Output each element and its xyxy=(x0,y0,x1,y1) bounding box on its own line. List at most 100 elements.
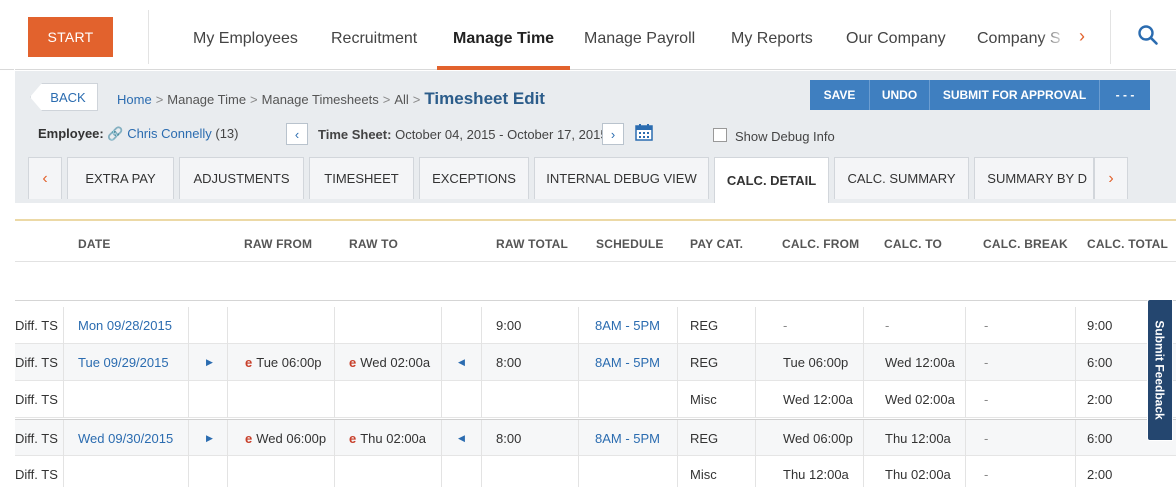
row-raw-total: 9:00 xyxy=(496,318,522,333)
breadcrumb-manage-time[interactable]: Manage Time xyxy=(167,92,246,107)
tab-timesheet[interactable]: TIMESHEET xyxy=(309,157,414,199)
raw-edit-marker: e xyxy=(349,431,357,446)
col-calc-total[interactable]: CALC. TOTAL xyxy=(1087,237,1168,251)
next-period-button[interactable]: › xyxy=(602,123,624,145)
row-raw-from-value: Tue 06:00p xyxy=(256,355,322,370)
row-raw-to-value: Wed 02:00a xyxy=(360,355,431,370)
submit-feedback-label: Submit Feedback xyxy=(1153,320,1168,420)
breadcrumb-all[interactable]: All xyxy=(394,92,408,107)
row-type: Diff. TS xyxy=(15,318,58,333)
search-icon[interactable] xyxy=(1137,24,1159,46)
row-raw-from-value: Wed 06:00p xyxy=(256,431,327,446)
breadcrumb-sep: > xyxy=(250,92,258,107)
nav-manage-payroll[interactable]: Manage Payroll xyxy=(584,30,695,48)
nav-scroll-right-icon[interactable]: › xyxy=(1079,26,1085,47)
nav-my-employees[interactable]: My Employees xyxy=(193,30,298,48)
col-schedule[interactable]: SCHEDULE xyxy=(596,237,664,251)
table-row[interactable]: Diff. TS Misc Thu 12:00a Thu 02:00a - 2:… xyxy=(15,456,1176,487)
breadcrumb-manage-timesheets[interactable]: Manage Timesheets xyxy=(262,92,379,107)
row-pay-cat: Misc xyxy=(690,467,717,482)
tab-extra-pay[interactable]: EXTRA PAY xyxy=(67,157,174,199)
calendar-icon[interactable] xyxy=(635,123,653,141)
breadcrumb-home[interactable]: Home xyxy=(117,92,152,107)
tab-exceptions[interactable]: EXCEPTIONS xyxy=(419,157,529,199)
row-pay-cat: Misc xyxy=(690,392,717,407)
table-row[interactable]: Diff. TS Mon 09/28/2015 9:00 8AM - 5PM R… xyxy=(15,307,1176,344)
tab-bar: ‹ EXTRA PAY ADJUSTMENTS TIMESHEET EXCEPT… xyxy=(28,157,1133,203)
row-schedule-link[interactable]: 8AM - 5PM xyxy=(595,420,660,457)
show-debug-checkbox[interactable] xyxy=(713,128,727,142)
save-button[interactable]: SAVE xyxy=(810,80,870,110)
col-raw-to[interactable]: RAW TO xyxy=(349,237,398,251)
submit-feedback-button[interactable]: Submit Feedback xyxy=(1147,299,1173,441)
col-calc-break[interactable]: CALC. BREAK xyxy=(983,237,1068,251)
row-calc-break: - xyxy=(984,318,989,333)
row-date-link[interactable]: Wed 09/30/2015 xyxy=(78,420,173,457)
prev-period-button[interactable]: ‹ xyxy=(286,123,308,145)
timesheet-range: October 04, 2015 - October 17, 2015 xyxy=(395,127,608,142)
nav-divider xyxy=(148,10,149,64)
row-schedule-link[interactable]: 8AM - 5PM xyxy=(595,307,660,344)
row-raw-from: e Wed 06:00p xyxy=(245,420,326,457)
row-pay-cat: REG xyxy=(690,318,719,333)
col-raw-from[interactable]: RAW FROM xyxy=(244,237,312,251)
employee-name-link[interactable]: Chris Connelly xyxy=(127,126,212,141)
nav-manage-time[interactable]: Manage Time xyxy=(453,30,554,48)
action-bar: SAVE UNDO SUBMIT FOR APPROVAL - - - xyxy=(810,80,1150,110)
raw-edit-marker: e xyxy=(349,355,357,370)
table-row[interactable]: Diff. TS Tue 09/29/2015 ▶ e Tue 06:00p eW… xyxy=(15,344,1176,381)
nav-active-underline xyxy=(437,66,570,70)
col-date[interactable]: DATE xyxy=(78,237,111,251)
expand-left-icon[interactable]: ◀ xyxy=(458,344,465,381)
tab-internal-debug-view[interactable]: INTERNAL DEBUG VIEW xyxy=(534,157,709,199)
table-row[interactable]: Diff. TS Wed 09/30/2015 ▶ e Wed 06:00p eT… xyxy=(15,419,1176,457)
back-button[interactable]: BACK xyxy=(30,83,98,111)
row-calc-break: - xyxy=(984,467,989,482)
employee-label: Employee: xyxy=(38,126,104,141)
row-calc-total: 2:00 xyxy=(1087,392,1113,407)
table-row[interactable]: Diff. TS Misc Wed 12:00a Wed 02:00a - 2:… xyxy=(15,381,1176,418)
employee-line: Employee: 🔗 Chris Connelly (13) xyxy=(38,126,238,142)
expand-right-icon[interactable]: ▶ xyxy=(206,344,213,381)
expand-left-icon[interactable]: ◀ xyxy=(458,420,465,457)
row-pay-cat: REG xyxy=(690,355,719,370)
row-calc-break: - xyxy=(984,431,989,446)
col-pay-cat[interactable]: PAY CAT. xyxy=(690,237,743,251)
row-calc-from: Wed 12:00a xyxy=(783,392,853,407)
start-button[interactable]: START xyxy=(28,17,113,57)
breadcrumb-sep: > xyxy=(412,92,421,107)
tabs-scroll-right-icon[interactable]: › xyxy=(1094,157,1128,199)
row-calc-from: - xyxy=(783,318,788,333)
row-raw-to-value: Thu 02:00a xyxy=(360,431,427,446)
raw-edit-marker: e xyxy=(245,431,253,446)
undo-button[interactable]: UNDO xyxy=(870,80,930,110)
tabs-scroll-left-icon[interactable]: ‹ xyxy=(28,157,62,199)
col-raw-total[interactable]: RAW TOTAL xyxy=(496,237,568,251)
row-calc-total: 6:00 xyxy=(1087,431,1113,446)
col-calc-to[interactable]: CALC. TO xyxy=(884,237,942,251)
row-date-link[interactable]: Mon 09/28/2015 xyxy=(78,307,172,344)
tab-calc-summary[interactable]: CALC. SUMMARY xyxy=(834,157,969,199)
col-calc-from[interactable]: CALC. FROM xyxy=(782,237,859,251)
row-pay-cat: REG xyxy=(690,431,719,446)
row-raw-total: 8:00 xyxy=(496,431,522,446)
row-schedule-link[interactable]: 8AM - 5PM xyxy=(595,344,660,381)
row-raw-from: e Tue 06:00p xyxy=(245,344,322,381)
row-date-link[interactable]: Tue 09/29/2015 xyxy=(78,344,169,381)
nav-fade xyxy=(1040,26,1068,48)
row-calc-break: - xyxy=(984,355,989,370)
tab-calc-detail[interactable]: CALC. DETAIL xyxy=(714,157,829,203)
tab-adjustments[interactable]: ADJUSTMENTS xyxy=(179,157,304,199)
expand-right-icon[interactable]: ▶ xyxy=(206,420,213,457)
more-actions-button[interactable]: - - - xyxy=(1100,80,1150,110)
tab-summary-by-day[interactable]: SUMMARY BY D xyxy=(974,157,1094,199)
nav-recruitment[interactable]: Recruitment xyxy=(331,30,417,48)
row-raw-total: 8:00 xyxy=(496,355,522,370)
nav-my-reports[interactable]: My Reports xyxy=(731,30,813,48)
submit-for-approval-button[interactable]: SUBMIT FOR APPROVAL xyxy=(930,80,1100,110)
row-type: Diff. TS xyxy=(15,355,58,370)
top-nav: START My Employees Recruitment Manage Ti… xyxy=(0,0,1176,70)
nav-our-company[interactable]: Our Company xyxy=(846,30,946,48)
employee-id: (13) xyxy=(215,126,239,141)
row-calc-from: Tue 06:00p xyxy=(783,355,849,370)
